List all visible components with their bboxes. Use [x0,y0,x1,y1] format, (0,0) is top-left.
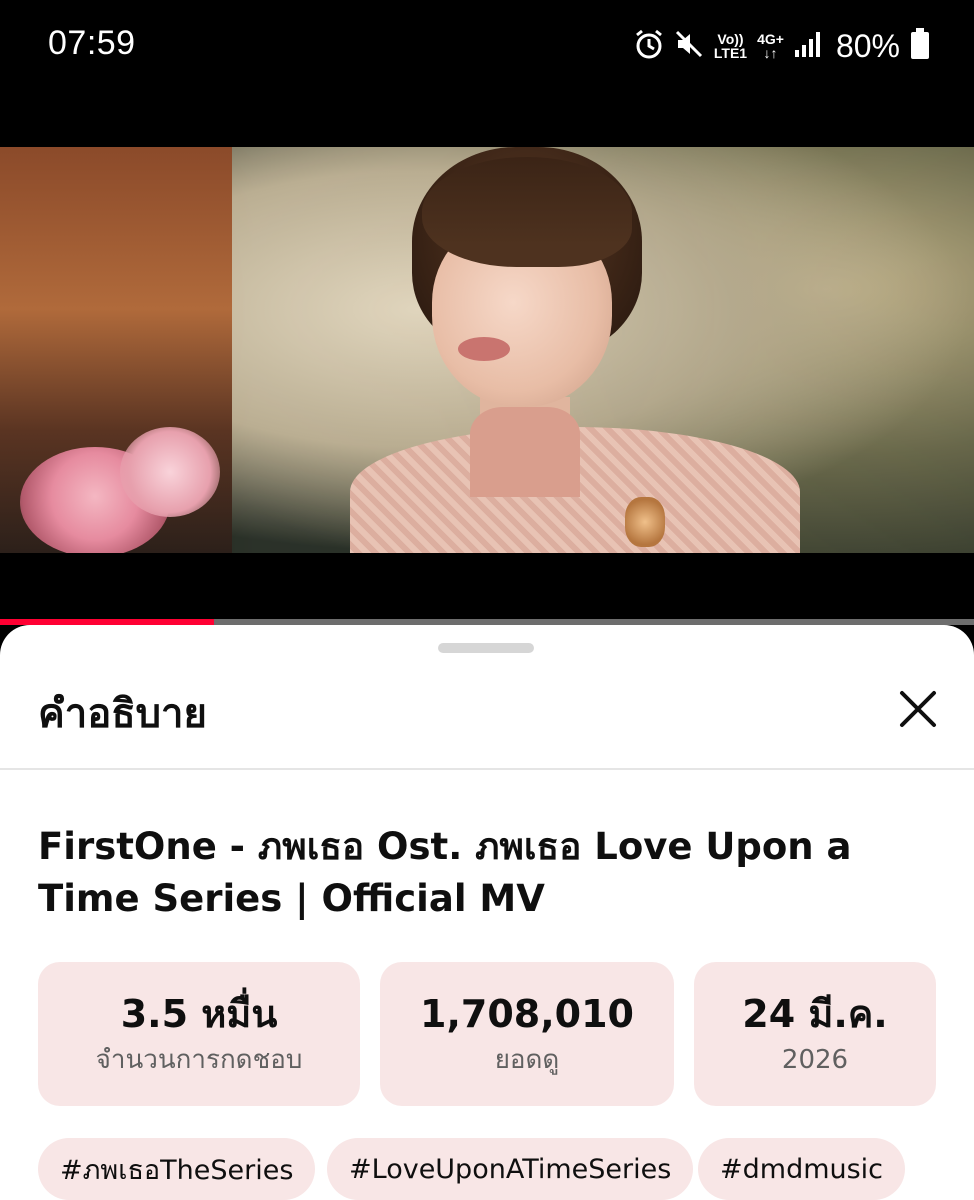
close-button[interactable] [892,683,944,735]
views-count: 1,708,010 [420,992,634,1036]
stats-row: 3.5 หมื่น จำนวนการกดชอบ 1,708,010 ยอดดู … [38,962,936,1106]
views-stat: 1,708,010 ยอดดู [380,962,674,1106]
hashtag-chip[interactable]: #LoveUponATimeSeries [327,1138,694,1200]
video-player[interactable] [0,92,974,625]
sheet-title: คำอธิบาย [38,691,207,737]
signal-icon [794,30,822,62]
4g-plus-icon: 4G+ ↓↑ [757,31,784,61]
battery-icon [910,28,930,64]
alarm-icon [634,28,664,64]
mute-icon [674,29,704,63]
drag-handle[interactable] [438,643,534,653]
publish-date: 24 มี.ค. [742,992,888,1036]
date-stat: 24 มี.ค. 2026 [694,962,936,1106]
battery-percent: 80% [835,27,900,64]
network-type: 4G+ [757,31,784,47]
volte-line2: LTE1 [713,45,748,61]
close-icon [900,691,936,727]
likes-label: จำนวนการกดชอบ [95,1045,303,1075]
description-sheet: คำอธิบาย FirstOne - ภพเธอ Ost. ภพเธอ Lov… [0,625,974,1200]
status-icons: Vo)) LTE1 4G+ ↓↑ 80% [634,26,930,66]
volte-icon: Vo)) LTE1 [714,32,747,60]
video-subject [350,147,800,553]
video-title: FirstOne - ภพเธอ Ost. ภพเธอ Love Upon a … [38,825,852,920]
video-frame[interactable] [0,147,974,553]
likes-count: 3.5 หมื่น [120,992,278,1036]
publish-year: 2026 [781,1045,849,1075]
status-bar: 07:59 Vo)) LTE1 4G+ ↓↑ 80% [0,0,974,92]
divider [0,768,974,770]
hashtag-chip[interactable]: #dmdmusic [698,1138,906,1200]
status-time: 07:59 [48,24,136,62]
likes-stat: 3.5 หมื่น จำนวนการกดชอบ [38,962,360,1106]
volte-line1: Vo)) [717,31,744,47]
views-label: ยอดดู [494,1045,560,1075]
hashtag-chip[interactable]: #ภพเธอTheSeries [38,1138,316,1200]
